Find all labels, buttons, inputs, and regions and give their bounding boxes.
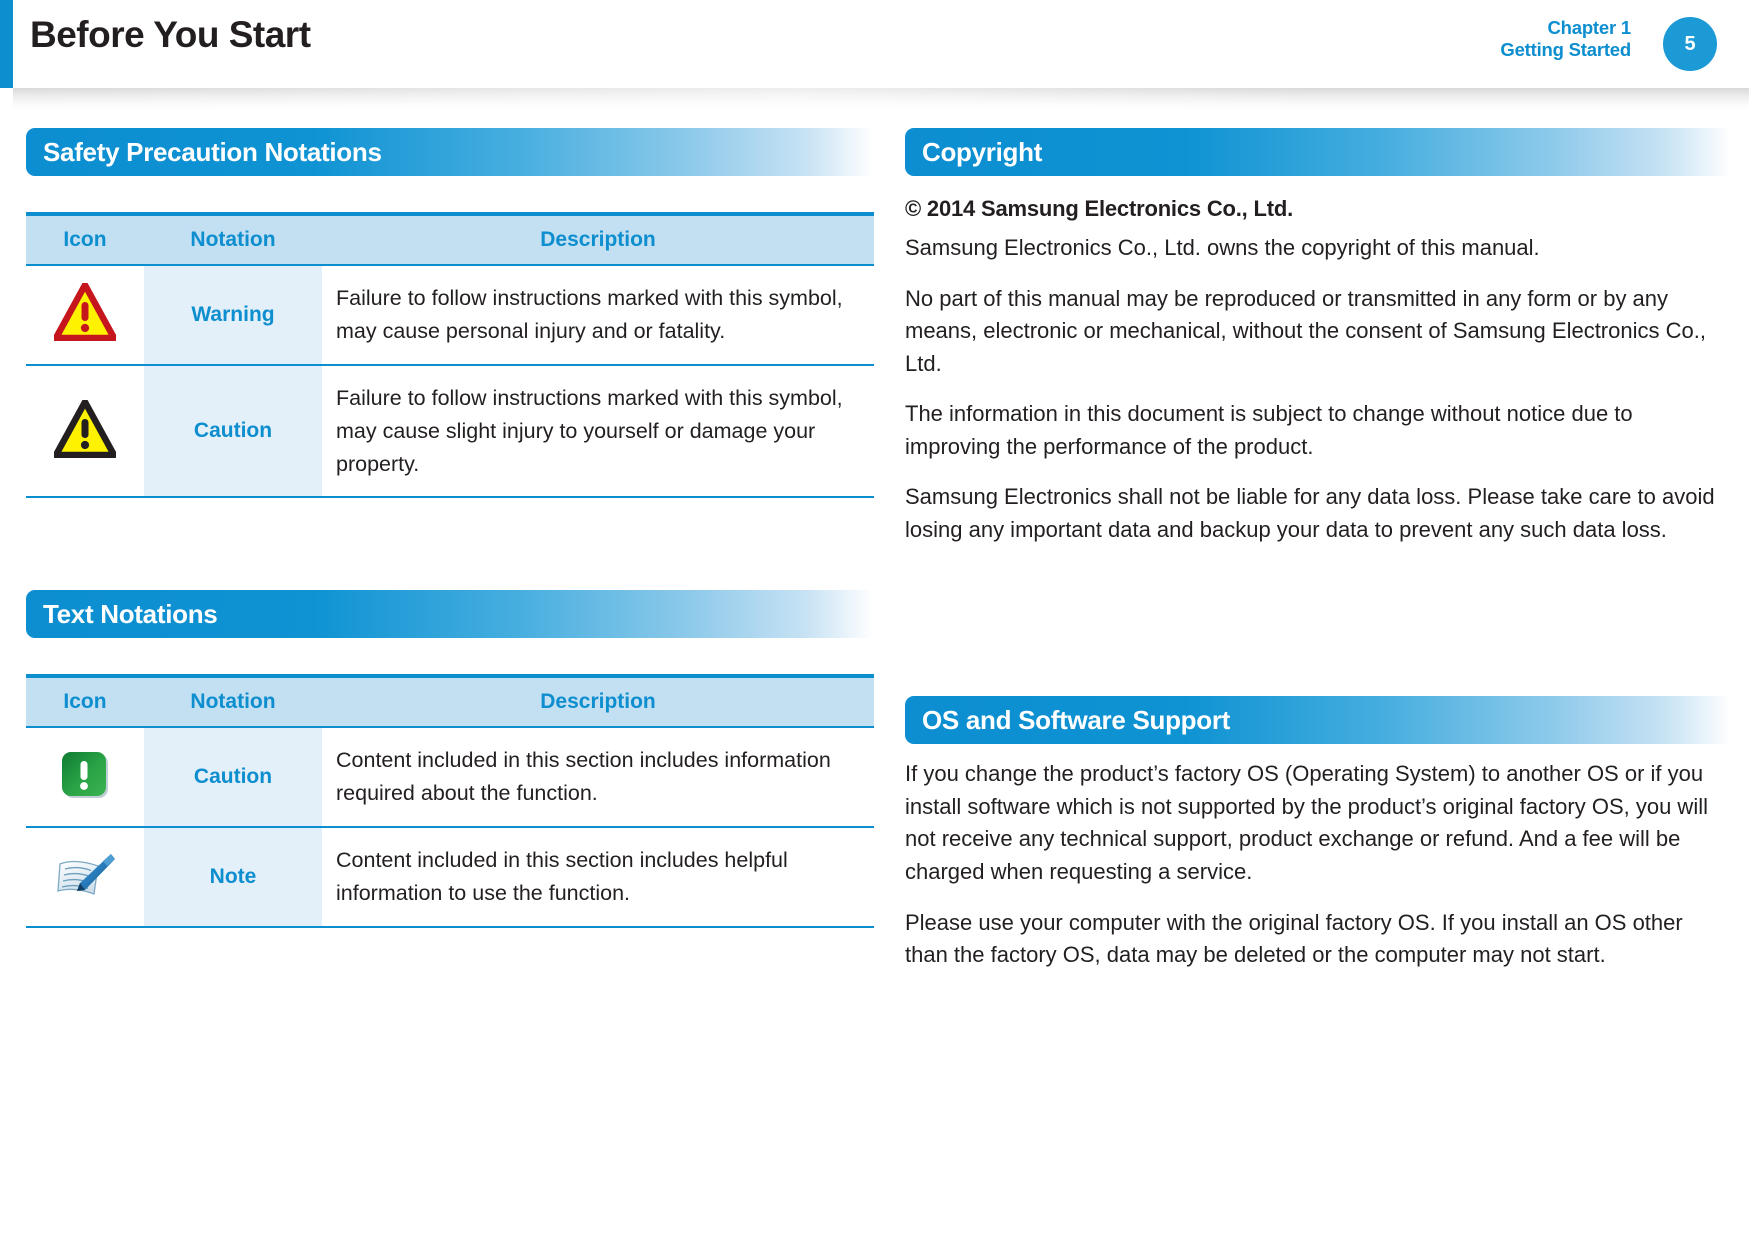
header-shadow-divider <box>13 88 1749 110</box>
cell-description: Content included in this section include… <box>322 827 874 929</box>
page-number-badge: 5 <box>1663 17 1717 71</box>
cell-notation: Warning <box>144 265 322 366</box>
section-header-safety-precaution-notations: Safety Precaution Notations <box>26 128 874 176</box>
page-header: Before You Start Chapter 1 Getting Start… <box>0 0 1749 110</box>
chapter-section-label: Getting Started <box>1500 38 1631 60</box>
cell-notation: Caution <box>144 364 322 499</box>
right-column: Copyright © 2014 Samsung Electronics Co.… <box>905 128 1731 972</box>
copyright-paragraph: Samsung Electronics shall not be liable … <box>905 484 1715 542</box>
cell-description: Failure to follow instructions marked wi… <box>322 265 874 366</box>
chapter-label: Chapter 1 <box>1547 17 1631 38</box>
cell-notation: Note <box>144 827 322 929</box>
column-header-icon: Icon <box>26 674 144 729</box>
os-support-paragraph: Please use your computer with the origin… <box>905 909 1683 968</box>
safety-precaution-table: Icon Notation Description Warning Failur… <box>26 212 874 499</box>
cell-icon <box>26 265 144 366</box>
chapter-breadcrumb: Chapter 1 Getting Started <box>1500 17 1631 61</box>
section-title-label: OS and Software Support <box>922 704 1231 735</box>
table-row: Caution Content included in this section… <box>26 727 874 829</box>
section-header-os-and-software-support: OS and Software Support <box>905 696 1731 745</box>
cell-description: Content included in this section include… <box>322 727 874 829</box>
cell-notation: Caution <box>144 727 322 829</box>
cell-icon <box>26 727 144 829</box>
warning-triangle-red-icon <box>54 283 116 342</box>
section-header-text-notations: Text Notations <box>26 590 874 639</box>
cell-icon <box>26 827 144 929</box>
copyright-paragraph: No part of this manual may be reproduced… <box>905 285 1706 376</box>
header-accent-bar <box>0 0 13 88</box>
column-header-icon: Icon <box>26 212 144 266</box>
left-column: Safety Precaution Notations Icon Notatio… <box>26 128 874 929</box>
table-row: Caution Failure to follow instructions m… <box>26 364 874 499</box>
column-header-description: Description <box>322 212 874 266</box>
caution-green-square-icon <box>60 750 110 800</box>
section-title-label: Copyright <box>922 136 1043 167</box>
page-title: Before You Start <box>30 14 311 55</box>
note-pen-paper-icon <box>54 850 116 900</box>
copyright-paragraph: The information in this document is subj… <box>905 401 1633 459</box>
column-header-notation: Notation <box>144 212 322 266</box>
section-title-label: Safety Precaution Notations <box>43 136 382 167</box>
column-header-notation: Notation <box>144 674 322 729</box>
cell-icon <box>26 364 144 499</box>
column-header-description: Description <box>322 674 874 729</box>
section-header-copyright: Copyright <box>905 128 1731 176</box>
table-row: Note Content included in this section in… <box>26 827 874 929</box>
cell-description: Failure to follow instructions marked wi… <box>322 364 874 499</box>
table-header-row: Icon Notation Description <box>26 674 874 729</box>
copyright-paragraph: Samsung Electronics Co., Ltd. owns the c… <box>905 235 1540 260</box>
section-title-label: Text Notations <box>43 598 218 629</box>
caution-triangle-black-icon <box>54 399 116 458</box>
table-header-row: Icon Notation Description <box>26 212 874 266</box>
text-notations-table: Icon Notation Description Caution Conten… <box>26 674 874 929</box>
copyright-lead-line: © 2014 Samsung Electronics Co., Ltd. <box>905 196 1294 221</box>
table-row: Warning Failure to follow instructions m… <box>26 265 874 366</box>
os-support-paragraph: If you change the product’s factory OS (… <box>905 761 1708 885</box>
